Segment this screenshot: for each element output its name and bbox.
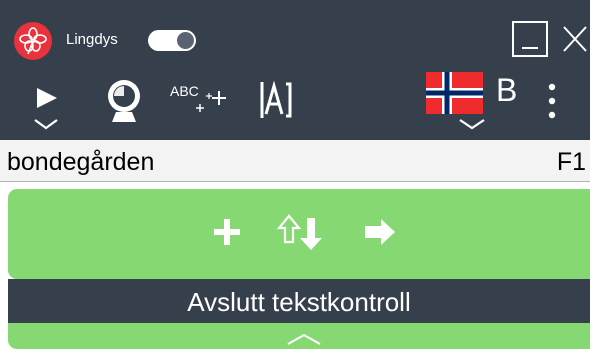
collapse-button[interactable] [284, 332, 324, 346]
close-icon [563, 26, 587, 52]
globe-lamp-icon [108, 80, 140, 122]
more-menu-button[interactable] [545, 82, 559, 122]
minimize-button[interactable] [512, 21, 548, 57]
plus-icon [214, 219, 240, 245]
chevron-down-icon [459, 119, 485, 130]
kebab-menu-icon [548, 83, 556, 119]
flower-logo-icon [14, 22, 52, 60]
language-variant[interactable]: B [496, 72, 517, 109]
language-button[interactable] [426, 72, 483, 114]
play-options-button[interactable] [32, 116, 60, 132]
next-word-button[interactable] [361, 214, 399, 250]
word-bar: bondegården F1 [0, 140, 590, 182]
add-word-button[interactable] [209, 214, 245, 250]
language-options-button[interactable] [457, 116, 487, 132]
text-reader-icon [260, 80, 292, 118]
close-button[interactable] [560, 21, 590, 57]
enable-toggle[interactable] [148, 30, 196, 51]
app-name: Lingdys [66, 31, 118, 48]
arrow-right-icon [365, 219, 395, 245]
current-word[interactable]: bondegården [7, 148, 154, 177]
globe-button[interactable] [104, 76, 144, 128]
shortcut-key: F1 [556, 148, 586, 176]
exit-text-check-button[interactable]: Avslutt tekstkontroll [8, 279, 590, 325]
chevron-down-icon [34, 119, 58, 130]
shift-down-arrow-icon [276, 214, 322, 250]
shift-case-button[interactable] [274, 212, 334, 252]
svg-text:ABC: ABC [170, 83, 199, 99]
chevron-up-icon [287, 333, 321, 345]
text-reader-button[interactable] [256, 76, 298, 124]
play-button[interactable] [30, 78, 64, 118]
lingdys-app: Lingdys ABC B bondegården F1 Avslutt tek… [0, 0, 590, 349]
norway-flag-icon [426, 72, 483, 114]
abc-sparkle-icon: ABC [170, 83, 226, 112]
toolbar: Lingdys ABC B [0, 0, 590, 140]
play-icon [37, 88, 57, 108]
exit-label: Avslutt tekstkontroll [187, 286, 411, 317]
toggle-knob [177, 32, 194, 49]
spell-check-button[interactable]: ABC [166, 78, 236, 118]
